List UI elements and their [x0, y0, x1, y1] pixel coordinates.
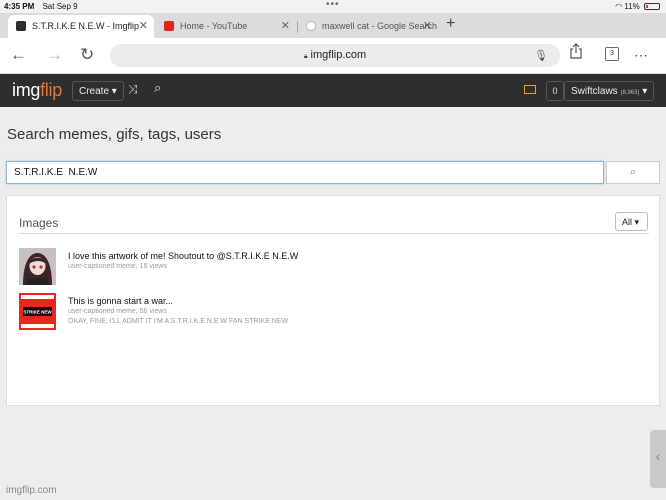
- caret-down-icon: ▾: [634, 217, 640, 227]
- multitask-dots-icon[interactable]: •••: [326, 0, 340, 10]
- status-bar: 4:35 PM Sat Sep 9 ••• ◠ 11%: [0, 0, 666, 13]
- microphone-icon[interactable]: 🎙︎: [534, 49, 548, 62]
- username: Swiftclaws: [571, 86, 618, 97]
- caret-down-icon: ▾: [111, 86, 117, 97]
- youtube-favicon-icon: [164, 21, 174, 31]
- side-panel-handle[interactable]: ‹: [650, 430, 666, 488]
- share-icon[interactable]: [570, 43, 582, 59]
- site-header: imgflip Create ▾ ⤨ ⌕ 0 Swiftclaws (8,963…: [0, 74, 666, 107]
- search-icon: ⌕: [629, 166, 637, 178]
- imgflip-logo[interactable]: imgflip: [12, 80, 62, 101]
- caret-down-icon: ▾: [642, 86, 648, 97]
- tab-title: Home - YouTube: [180, 21, 248, 31]
- tab-count-button[interactable]: 3: [605, 47, 619, 61]
- create-dropdown[interactable]: Create ▾: [72, 81, 124, 101]
- user-menu[interactable]: Swiftclaws (8,963) ▾: [564, 81, 655, 101]
- back-arrow-icon[interactable]: ←: [10, 45, 27, 65]
- results-panel: Images All ▾ I love this artwork of me! …: [6, 195, 660, 406]
- url-text: imgflip.com: [310, 49, 367, 61]
- notification-count[interactable]: 0: [546, 81, 564, 101]
- result-title[interactable]: I love this artwork of me! Shoutout to @…: [68, 251, 298, 261]
- result-caption: OKAY, FINE, I'LL ADMIT IT I'M A S.T.R.I.…: [68, 318, 289, 325]
- result-item[interactable]: I love this artwork of me! Shoutout to @…: [19, 248, 619, 288]
- tab-title: S.T.R.I.K.E N.E.W - Imgflip: [32, 21, 140, 31]
- user-points: (8,963): [620, 90, 640, 96]
- type-filter-select[interactable]: All ▾: [615, 212, 648, 231]
- tab-imgflip[interactable]: S.T.R.I.K.E N.E.W - Imgflip ✕: [8, 15, 154, 38]
- mail-icon[interactable]: [524, 85, 536, 94]
- battery-icon: [644, 3, 660, 10]
- wifi-icon: ◠: [615, 2, 623, 11]
- more-icon[interactable]: ⋯: [634, 47, 649, 64]
- status-date: Sat Sep 9: [42, 2, 78, 11]
- chevron-left-icon: ‹: [655, 448, 661, 464]
- address-bar[interactable]: 🔒︎ imgflip.com 🎙︎: [110, 44, 560, 67]
- lock-icon: 🔒︎: [303, 53, 308, 60]
- close-tab-icon[interactable]: ✕: [139, 19, 148, 32]
- search-row: ⌕: [6, 161, 660, 184]
- new-tab-icon[interactable]: +: [446, 15, 455, 33]
- shuffle-icon[interactable]: ⤨: [128, 82, 138, 97]
- result-title[interactable]: This is gonna start a war...: [68, 296, 173, 306]
- status-time: 4:35 PM: [4, 2, 35, 11]
- meme-thumbnail-anime-artwork[interactable]: [19, 248, 56, 285]
- search-input[interactable]: [6, 161, 604, 184]
- battery-percent: 11%: [624, 2, 640, 11]
- tab-google[interactable]: maxwell cat - Google Search ✕: [298, 15, 438, 38]
- imgflip-favicon-icon: [16, 21, 26, 31]
- reload-icon[interactable]: ↻: [80, 45, 94, 65]
- tab-bar: S.T.R.I.K.E N.E.W - Imgflip ✕ Home - You…: [0, 13, 666, 38]
- thumb-text: STRIKE NEW: [23, 310, 52, 315]
- close-tab-icon[interactable]: ✕: [281, 19, 290, 32]
- close-tab-icon[interactable]: ✕: [423, 19, 432, 32]
- divider: [19, 233, 649, 234]
- result-meta: user-captioned meme, 56 views: [68, 308, 167, 315]
- tab-title: maxwell cat - Google Search: [322, 21, 438, 31]
- search-icon[interactable]: ⌕: [154, 80, 161, 96]
- footer-url: imgflip.com: [6, 485, 57, 496]
- panel-title: Images: [19, 216, 59, 230]
- google-favicon-icon: [306, 21, 316, 31]
- search-button[interactable]: ⌕: [606, 161, 660, 184]
- forward-arrow-icon[interactable]: →: [46, 45, 63, 65]
- tab-youtube[interactable]: Home - YouTube ✕: [156, 15, 296, 38]
- result-item[interactable]: STRIKE NEW This is gonna start a war... …: [19, 293, 619, 333]
- page-title: Search memes, gifs, tags, users: [7, 126, 222, 143]
- result-meta: user-captioned meme, 16 views: [68, 263, 167, 270]
- browser-toolbar: ← → ↻ 🔒︎ imgflip.com 🎙︎ 3 ⋯: [0, 38, 666, 74]
- meme-thumbnail-strike-new[interactable]: STRIKE NEW: [19, 293, 56, 330]
